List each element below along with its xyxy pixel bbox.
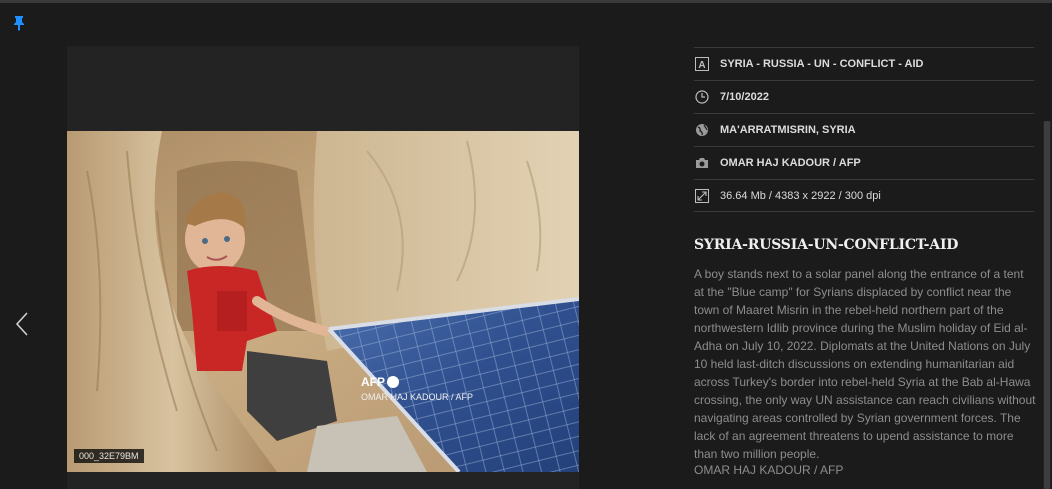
globe-icon <box>695 123 709 137</box>
meta-title-row: A SYRIA - RUSSIA - UN - CONFLICT - AID <box>694 47 1034 80</box>
meta-date-row: 7/10/2022 <box>694 80 1034 113</box>
main-photo[interactable] <box>67 131 579 472</box>
panel-scrollbar[interactable] <box>1043 121 1051 489</box>
afp-logo: AFP <box>361 375 473 389</box>
meta-photographer: OMAR HAJ KADOUR / AFP <box>720 157 861 169</box>
meta-location-row: MA'ARRATMISRIN, SYRIA <box>694 113 1034 146</box>
previous-image-button[interactable] <box>14 311 30 337</box>
expand-icon <box>695 188 709 203</box>
svg-text:A: A <box>698 60 705 71</box>
scrollbar-thumb[interactable] <box>1044 121 1050 489</box>
clock-icon <box>695 90 709 104</box>
meta-file-info: 36.64 Mb / 4383 x 2922 / 300 dpi <box>720 189 881 202</box>
camera-icon <box>695 156 709 170</box>
media-viewer: AFP OMAR HAJ KADOUR / AFP 000_32E79BM A … <box>0 0 1052 489</box>
meta-file-info-row: 36.64 Mb / 4383 x 2922 / 300 dpi <box>694 179 1034 212</box>
watermark-credit: OMAR HAJ KADOUR / AFP <box>361 392 474 402</box>
photo-id-badge: 000_32E79BM <box>74 449 144 463</box>
meta-date: 7/10/2022 <box>720 91 769 103</box>
meta-title: SYRIA - RUSSIA - UN - CONFLICT - AID <box>720 58 924 70</box>
article-credit: OMAR HAJ KADOUR / AFP <box>694 463 844 477</box>
meta-location: MA'ARRATMISRIN, SYRIA <box>720 124 856 136</box>
chevron-left-icon <box>15 312 28 336</box>
metadata-panel: A SYRIA - RUSSIA - UN - CONFLICT - AID 7… <box>694 47 1034 212</box>
article-headline: SYRIA-RUSSIA-UN-CONFLICT-AID <box>694 237 959 253</box>
watermark-overlay: AFP OMAR HAJ KADOUR / AFP <box>361 375 473 402</box>
article-caption: A boy stands next to a solar panel along… <box>694 267 1036 461</box>
pin-icon[interactable] <box>12 15 26 31</box>
meta-photographer-row: OMAR HAJ KADOUR / AFP <box>694 146 1034 179</box>
letter-a-icon: A <box>695 57 709 71</box>
